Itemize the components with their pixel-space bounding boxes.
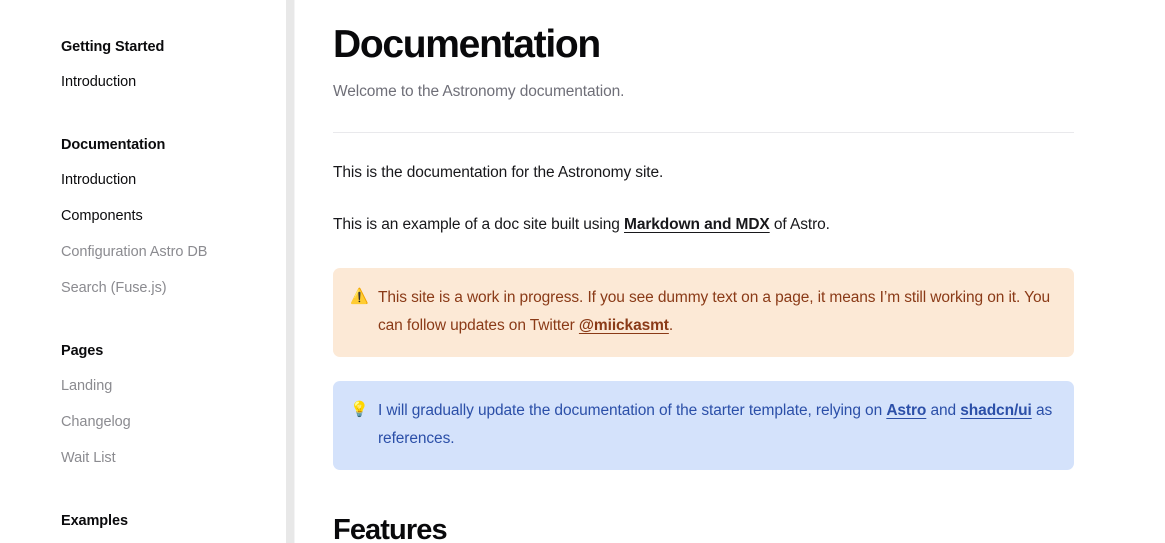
sidebar-group-spacer	[61, 306, 266, 334]
callout-tip-before: I will gradually update the documentatio…	[378, 402, 887, 419]
sidebar-group-examples: Examples	[61, 504, 266, 538]
documentation-page: Getting Started Introduction Documentati…	[0, 0, 1165, 543]
callout-warning: ⚠️ This site is a work in progress. If y…	[333, 268, 1074, 357]
callout-tip-middle: and	[926, 402, 961, 419]
paragraph-example: This is an example of a doc site built u…	[333, 212, 1076, 238]
paragraph-example-before: This is an example of a doc site built u…	[333, 216, 625, 233]
shadcn-ui-link[interactable]: shadcn/ui	[960, 402, 1032, 419]
sidebar-group-title-examples: Examples	[61, 513, 128, 529]
article: Documentation Welcome to the Astronomy d…	[286, 0, 1076, 543]
light-bulb-icon: 💡	[350, 401, 369, 418]
sidebar-group-spacer	[61, 476, 266, 504]
sidebar-item-landing[interactable]: Landing	[61, 368, 266, 404]
sidebar-item-components[interactable]: Components	[61, 198, 266, 234]
warning-triangle-icon: ⚠️	[350, 288, 369, 305]
page-title: Documentation	[333, 23, 601, 66]
sidebar-item-changelog[interactable]: Changelog	[61, 404, 266, 440]
sidebar-group-getting-started: Getting Started Introduction	[61, 30, 266, 100]
sidebar-item-getting-started-introduction[interactable]: Introduction	[61, 64, 266, 100]
sidebar-group-spacer	[61, 100, 266, 128]
callout-warning-before: This site is a work in progress. If you …	[378, 289, 1051, 334]
title-divider	[333, 132, 1074, 133]
callout-warning-text: This site is a work in progress. If you …	[378, 284, 1056, 340]
sidebar-group-title-getting-started: Getting Started	[61, 39, 165, 55]
paragraph-intro: This is the documentation for the Astron…	[333, 164, 664, 181]
section-heading-features: Features	[333, 514, 448, 543]
sidebar-group-title-documentation: Documentation	[61, 137, 166, 153]
astro-link[interactable]: Astro	[886, 402, 926, 419]
callout-tip: 💡 I will gradually update the documentat…	[333, 381, 1074, 470]
sidebar-navigation: Getting Started Introduction Documentati…	[0, 0, 286, 543]
sidebar-item-configuration-astro-db[interactable]: Configuration Astro DB	[61, 234, 266, 270]
sidebar-group-pages: Pages Landing Changelog Wait List	[61, 334, 266, 476]
markdown-and-mdx-link[interactable]: Markdown and MDX	[624, 216, 770, 233]
twitter-handle-link[interactable]: @miickasmt	[579, 317, 669, 334]
sidebar-item-search-fusejs[interactable]: Search (Fuse.js)	[61, 270, 266, 306]
main-content: Documentation Welcome to the Astronomy d…	[286, 0, 1165, 543]
sidebar-content: Getting Started Introduction Documentati…	[0, 0, 286, 538]
callout-tip-text: I will gradually update the documentatio…	[378, 397, 1056, 453]
callout-warning-after: .	[668, 317, 674, 334]
sidebar-item-documentation-introduction[interactable]: Introduction	[61, 162, 266, 198]
sidebar-group-documentation: Documentation Introduction Components Co…	[61, 128, 266, 306]
sidebar-group-title-pages: Pages	[61, 343, 104, 359]
page-subtitle: Welcome to the Astronomy documentation.	[333, 83, 625, 100]
paragraph-example-after: of Astro.	[769, 216, 830, 233]
sidebar-item-wait-list[interactable]: Wait List	[61, 440, 266, 476]
